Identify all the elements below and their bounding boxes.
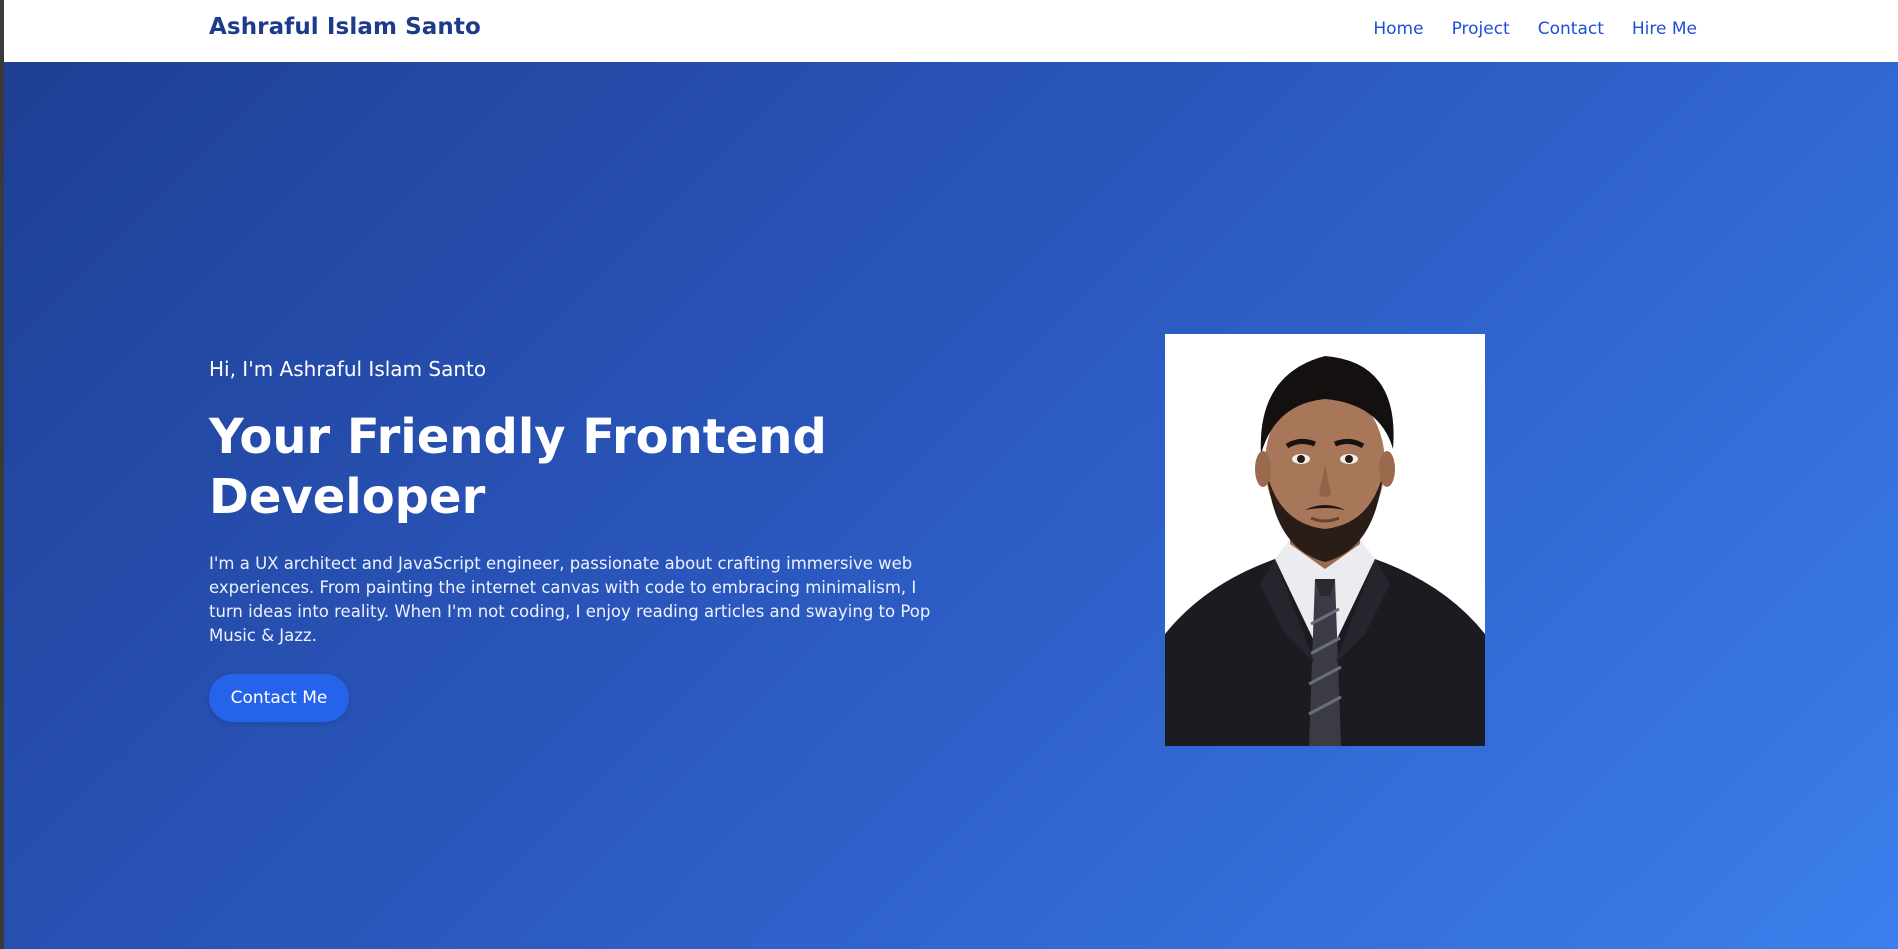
contact-me-button[interactable]: Contact Me <box>209 674 349 722</box>
nav-hire-me[interactable]: Hire Me <box>1632 19 1697 39</box>
nav-links: Home Project Contact Hire Me <box>1373 19 1697 39</box>
nav-home[interactable]: Home <box>1373 19 1423 39</box>
profile-portrait-image <box>1165 334 1485 746</box>
hero-greeting: Hi, I'm Ashraful Islam Santo <box>209 357 487 381</box>
navbar: Ashraful Islam Santo Home Project Contac… <box>4 0 1898 62</box>
profile-photo <box>1165 334 1485 746</box>
nav-project[interactable]: Project <box>1452 19 1510 39</box>
page-frame: Ashraful Islam Santo Home Project Contac… <box>4 0 1898 949</box>
hero-bio: I'm a UX architect and JavaScript engine… <box>209 554 931 645</box>
nav-contact[interactable]: Contact <box>1538 19 1604 39</box>
hero-section: Hi, I'm Ashraful Islam Santo Your Friend… <box>4 62 1898 949</box>
hero-headline: Your Friendly Frontend Developer <box>209 409 827 525</box>
brand-logo[interactable]: Ashraful Islam Santo <box>209 14 481 40</box>
